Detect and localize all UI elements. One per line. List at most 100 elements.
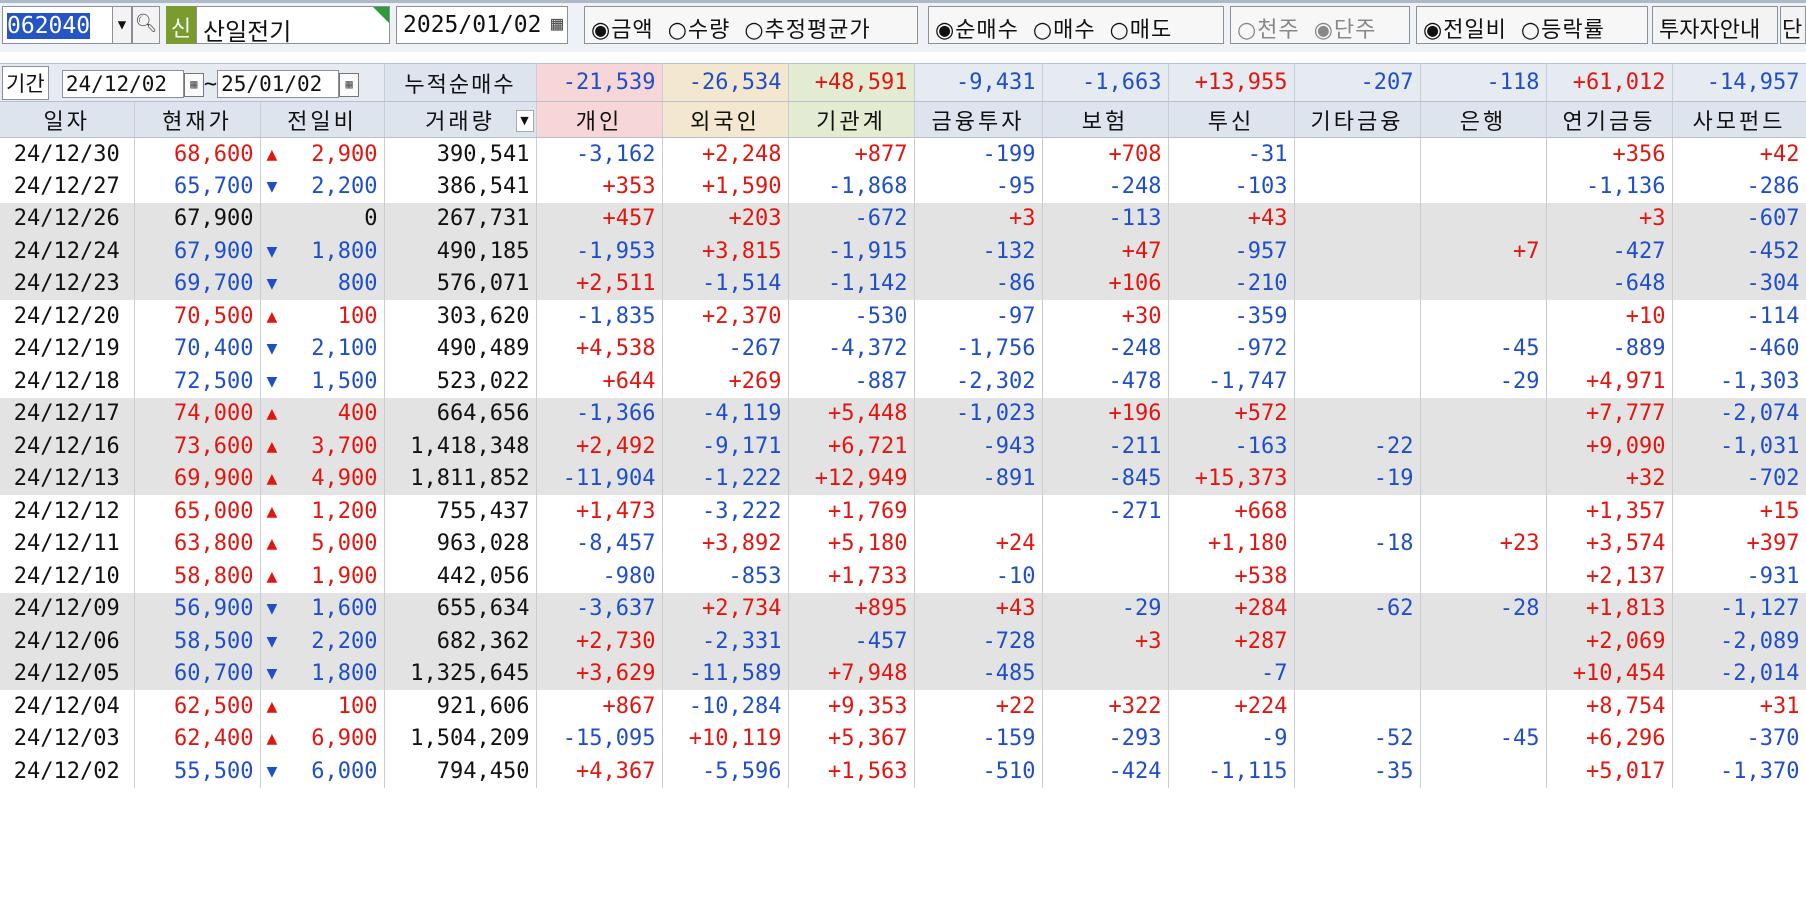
radio-thousand-shares[interactable]: ○천주 xyxy=(1237,18,1300,43)
radio-buy[interactable]: ○매수 xyxy=(1033,18,1096,43)
date-cell: 24/12/16 xyxy=(0,430,135,463)
financial-investment-cell: +43 xyxy=(914,592,1043,625)
base-date-input[interactable]: 2025/01/02 xyxy=(396,6,568,44)
change-value: 3,700 xyxy=(311,433,378,459)
col-financial-investment[interactable]: 금융투자 xyxy=(914,101,1043,138)
col-investment-trust[interactable]: 투신 xyxy=(1168,101,1295,138)
table-row[interactable]: 24/12/10 58,800 ▲ 1,900 442,056 -980 -853 +1,73… xyxy=(0,560,1806,593)
table-row[interactable]: 24/12/11 63,800 ▲ 5,000 963,028 -8,457 +3,892 +… xyxy=(0,527,1806,560)
up-arrow-icon: ▲ xyxy=(266,565,278,587)
chevron-down-icon[interactable]: ▼ xyxy=(515,110,534,132)
bank-cell xyxy=(1420,625,1547,658)
table-row[interactable]: 24/12/16 73,600 ▲ 3,700 1,418,348 +2,492 -9,17… xyxy=(0,430,1806,463)
individual-cell: -1,366 xyxy=(536,397,663,430)
table-row[interactable]: 24/12/20 70,500 ▲ 100 303,620 -1,835 +2,370 -53… xyxy=(0,300,1806,333)
financial-investment-cell: -485 xyxy=(914,657,1043,690)
bank-cell xyxy=(1420,267,1547,300)
foreign-cell: -1,222 xyxy=(662,462,789,495)
institution-cell: +5,180 xyxy=(788,527,915,560)
down-arrow-icon: ▼ xyxy=(266,370,278,392)
col-volume[interactable]: 거래량 ▼ xyxy=(384,101,537,138)
investor-guide-button[interactable]: 투자자안내 xyxy=(1652,6,1778,44)
radio-estimated-avg-price[interactable]: ○추정평균가 xyxy=(744,18,870,43)
table-row[interactable]: 24/12/30 68,600 ▲ 2,900 390,541 -3,162 +2,248 +… xyxy=(0,137,1806,170)
private-fund-cell: -114 xyxy=(1672,300,1806,333)
foreign-cell: -5,596 xyxy=(662,755,789,788)
bank-cell xyxy=(1420,690,1547,723)
private-fund-cell: +31 xyxy=(1672,690,1806,723)
col-change[interactable]: 전일비 xyxy=(260,101,385,138)
calendar-icon[interactable]: ▦ xyxy=(544,6,570,44)
date-cell: 24/12/06 xyxy=(0,625,135,658)
table-row[interactable]: 24/12/23 69,700 ▼ 800 576,071 +2,511 -1,514 -1,… xyxy=(0,267,1806,300)
table-row[interactable]: 24/12/13 69,900 ▲ 4,900 1,811,852 -11,904 -1,2… xyxy=(0,462,1806,495)
table-row[interactable]: 24/12/03 62,400 ▲ 6,900 1,504,209 -15,095 +10,… xyxy=(0,722,1806,755)
col-individual[interactable]: 개인 xyxy=(536,101,663,138)
stock-code-input[interactable]: 062040 xyxy=(2,6,114,44)
table-row[interactable]: 24/12/02 55,500 ▼ 6,000 794,450 +4,367 -5,596 +… xyxy=(0,755,1806,788)
investment-trust-cell: +1,180 xyxy=(1168,527,1295,560)
date-cell: 24/12/23 xyxy=(0,267,135,300)
change-value: 2,200 xyxy=(311,173,378,199)
individual-cell: +2,511 xyxy=(536,267,663,300)
institution-cell: -457 xyxy=(788,625,915,658)
col-insurance[interactable]: 보험 xyxy=(1042,101,1169,138)
radio-amount[interactable]: ◉금액 xyxy=(591,18,654,43)
period-from-input[interactable]: 24/12/02 xyxy=(61,69,184,98)
radio-prev-day-diff[interactable]: ◉전일비 xyxy=(1423,18,1507,43)
radio-sell[interactable]: ○매도 xyxy=(1110,18,1173,43)
change-value: 6,900 xyxy=(311,726,378,752)
period-to-input[interactable]: 25/01/02 xyxy=(217,69,340,98)
foreign-cell: +3,892 xyxy=(662,527,789,560)
table-row[interactable]: 24/12/27 65,700 ▼ 2,200 386,541 +353 +1,590 -1,… xyxy=(0,170,1806,203)
other-finance-cell xyxy=(1294,300,1421,333)
radio-net-buy[interactable]: ◉순매수 xyxy=(935,18,1019,43)
cut-button[interactable]: 단 xyxy=(1780,6,1806,44)
col-bank[interactable]: 은행 xyxy=(1420,101,1547,138)
foreign-cell: -9,171 xyxy=(662,430,789,463)
col-other-finance[interactable]: 기타금융 xyxy=(1294,101,1421,138)
table-row[interactable]: 24/12/12 65,000 ▲ 1,200 755,437 +1,473 -3,222 +… xyxy=(0,495,1806,528)
down-arrow-icon: ▼ xyxy=(266,630,278,652)
price-cell: 60,700 xyxy=(134,657,261,690)
table-row[interactable]: 24/12/06 58,500 ▼ 2,200 682,362 +2,730 -2,331-… xyxy=(0,625,1806,658)
bank-cell xyxy=(1420,462,1547,495)
table-row[interactable]: 24/12/19 70,400 ▼ 2,100 490,489 +4,538 -267 -4,… xyxy=(0,332,1806,365)
col-pension[interactable]: 연기금등 xyxy=(1546,101,1673,138)
calendar-icon[interactable]: ▦ xyxy=(183,72,204,97)
pension-cell: +3,574 xyxy=(1546,527,1673,560)
col-private-fund[interactable]: 사모펀드 xyxy=(1672,101,1806,138)
financial-investment-cell: -97 xyxy=(914,300,1043,333)
table-row[interactable]: 24/12/05 60,700 ▼ 1,800 1,325,645 +3,629 -11,5… xyxy=(0,657,1806,690)
table-row[interactable]: 24/12/26 67,900 0 267,731 +457 +203 -672 +3 -113… xyxy=(0,202,1806,235)
price-cell: 62,500 xyxy=(134,690,261,723)
foreign-cell: +269 xyxy=(662,365,789,398)
code-dropdown-button[interactable]: ▼ xyxy=(112,6,132,44)
radio-change-rate[interactable]: ○등락률 xyxy=(1521,18,1605,43)
calendar-icon[interactable]: ▦ xyxy=(339,72,360,97)
table-row[interactable]: 24/12/09 56,900 ▼ 1,600 655,634 -3,637 +2,734 +… xyxy=(0,592,1806,625)
stock-name-field[interactable]: 산일전기 xyxy=(196,6,390,46)
chevron-down-icon: ▼ xyxy=(117,17,127,33)
column-header-row: 일자 현재가 전일비 거래량 ▼ 개인 외국인 기관계 금융투자 보험 투신 기타… xyxy=(0,101,1806,138)
foreign-cell: +2,248 xyxy=(662,137,789,170)
col-institution[interactable]: 기관계 xyxy=(788,101,915,138)
col-date[interactable]: 일자 xyxy=(0,101,135,138)
table-row[interactable]: 24/12/04 62,500 ▲ 100 921,606 +867 -10,284 +9,3… xyxy=(0,690,1806,723)
individual-cell: -3,637 xyxy=(536,592,663,625)
insurance-cell: -845 xyxy=(1042,462,1169,495)
col-foreign[interactable]: 외국인 xyxy=(662,101,789,138)
stock-search-button[interactable]: 🔍︎ xyxy=(132,6,160,44)
radio-quantity[interactable]: ○수량 xyxy=(668,18,731,43)
table-row[interactable]: 24/12/24 67,900 ▼ 1,800 490,185 -1,953 +3,815-… xyxy=(0,235,1806,268)
col-price[interactable]: 현재가 xyxy=(134,101,261,138)
table-row[interactable]: 24/12/17 74,000 ▲ 400 664,656 -1,366 -4,119 +5,… xyxy=(0,397,1806,430)
down-arrow-icon: ▼ xyxy=(266,273,278,295)
volume-cell: 1,418,348 xyxy=(384,430,537,463)
change-value: 1,800 xyxy=(311,238,378,264)
table-row[interactable]: 24/12/18 72,500 ▼ 1,500 523,022 +644 +269 -887-… xyxy=(0,365,1806,398)
radio-single-shares[interactable]: ◉단주 xyxy=(1314,18,1377,43)
up-arrow-icon: ▲ xyxy=(266,695,278,717)
date-cell: 24/12/04 xyxy=(0,690,135,723)
financial-investment-cell: -10 xyxy=(914,560,1043,593)
